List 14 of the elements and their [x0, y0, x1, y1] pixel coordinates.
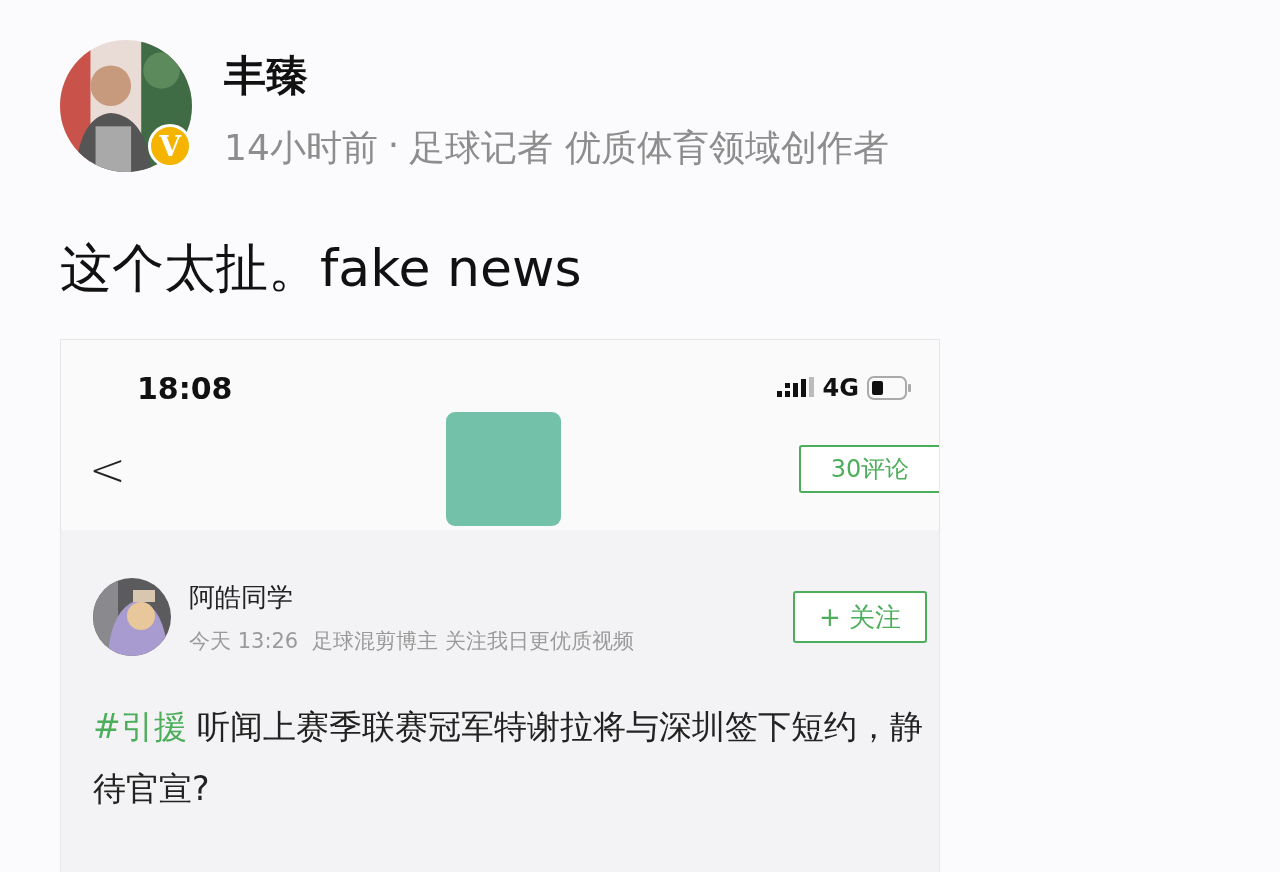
- battery-icon: [867, 376, 913, 400]
- signal-icon: [776, 377, 815, 399]
- user-name[interactable]: 阿皓同学: [189, 579, 634, 615]
- post-text: 这个太扯。fake news: [60, 237, 583, 300]
- user-bio: 足球混剪博主 关注我日更优质视频: [312, 627, 634, 655]
- network-label: 4G: [822, 374, 859, 402]
- author-name[interactable]: 丰臻: [224, 44, 889, 108]
- separator: ·: [387, 124, 400, 167]
- post-time: 14小时前: [224, 126, 378, 170]
- back-button[interactable]: <: [89, 443, 126, 495]
- author-bio: 足球记者 优质体育领域创作者: [409, 126, 889, 170]
- status-time: 18:08: [137, 370, 233, 406]
- post-time: 今天 13:26: [189, 627, 299, 655]
- quoted-post-text: #引援 听闻上赛季联赛冠军特谢拉将与深圳签下短约，静待官宣?: [93, 706, 925, 810]
